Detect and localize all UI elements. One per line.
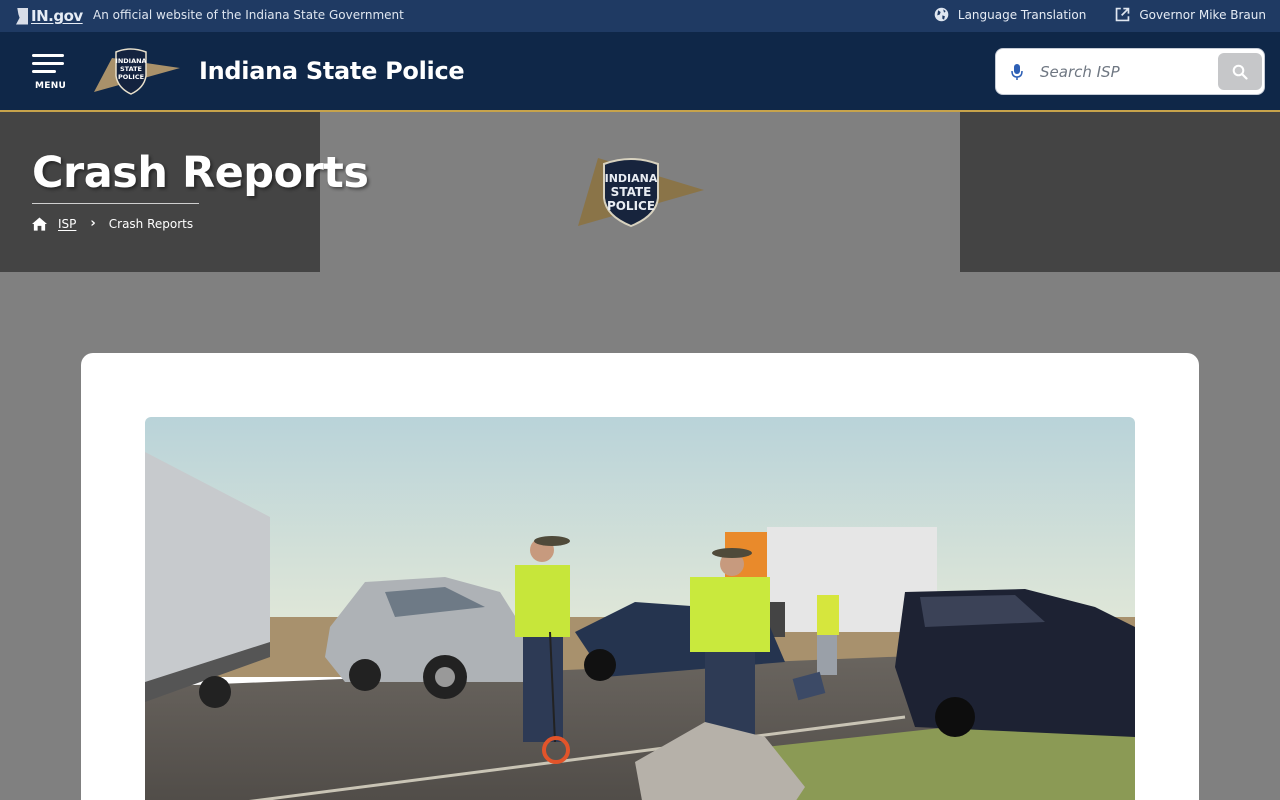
content-card — [81, 353, 1199, 800]
chevron-right-icon: › — [90, 216, 96, 231]
site-header: MENU INDIANA STATE POLICE Indiana State … — [0, 32, 1280, 112]
governor-label: Governor Mike Braun — [1139, 7, 1266, 22]
breadcrumb-home-link[interactable]: ISP — [58, 217, 76, 231]
page-hero: INDIANA STATE POLICE Crash Reports ISP ›… — [0, 112, 1280, 272]
breadcrumb: ISP › Crash Reports — [32, 216, 193, 231]
hero-logo-text-2: STATE — [611, 185, 652, 199]
search-input[interactable] — [1040, 59, 1210, 85]
site-title[interactable]: Indiana State Police — [199, 57, 465, 85]
search-button[interactable] — [1218, 53, 1262, 90]
logo-text-line-1: INDIANA — [115, 57, 146, 65]
governor-link[interactable]: Governor Mike Braun — [1114, 6, 1266, 23]
hero-right-panel — [960, 112, 1280, 272]
search-icon — [1232, 64, 1248, 80]
hero-logo-text-1: INDIANA — [605, 172, 658, 185]
menu-button[interactable]: MENU — [32, 54, 66, 94]
home-icon[interactable] — [32, 216, 47, 231]
language-translation-label: Language Translation — [957, 7, 1087, 22]
crash-scene-photo — [145, 417, 1135, 800]
hero-logo-text-3: POLICE — [607, 199, 655, 213]
hero-isp-logo: INDIANA STATE POLICE — [578, 158, 704, 228]
breadcrumb-current: Crash Reports — [108, 216, 194, 231]
language-translation-link[interactable]: Language Translation — [933, 6, 1086, 23]
microphone-icon[interactable] — [1010, 62, 1024, 82]
hamburger-icon — [32, 54, 66, 73]
external-link-icon — [1116, 7, 1130, 22]
logo-text-line-3: POLICE — [118, 73, 144, 81]
gov-top-bar: IN.gov An official website of the Indian… — [0, 0, 1280, 32]
title-divider — [32, 203, 199, 204]
menu-label: MENU — [35, 81, 67, 91]
isp-badge-logo[interactable]: INDIANA STATE POLICE — [94, 46, 180, 96]
logo-text-line-2: STATE — [120, 65, 142, 73]
search-bar — [995, 48, 1265, 95]
page-title: Crash Reports — [32, 148, 369, 198]
indiana-state-icon — [16, 7, 28, 25]
in-gov-logo-text: IN.gov — [31, 7, 83, 25]
globe-icon — [934, 7, 949, 22]
official-website-text: An official website of the Indiana State… — [93, 8, 404, 22]
in-gov-logo[interactable]: IN.gov — [16, 7, 83, 25]
